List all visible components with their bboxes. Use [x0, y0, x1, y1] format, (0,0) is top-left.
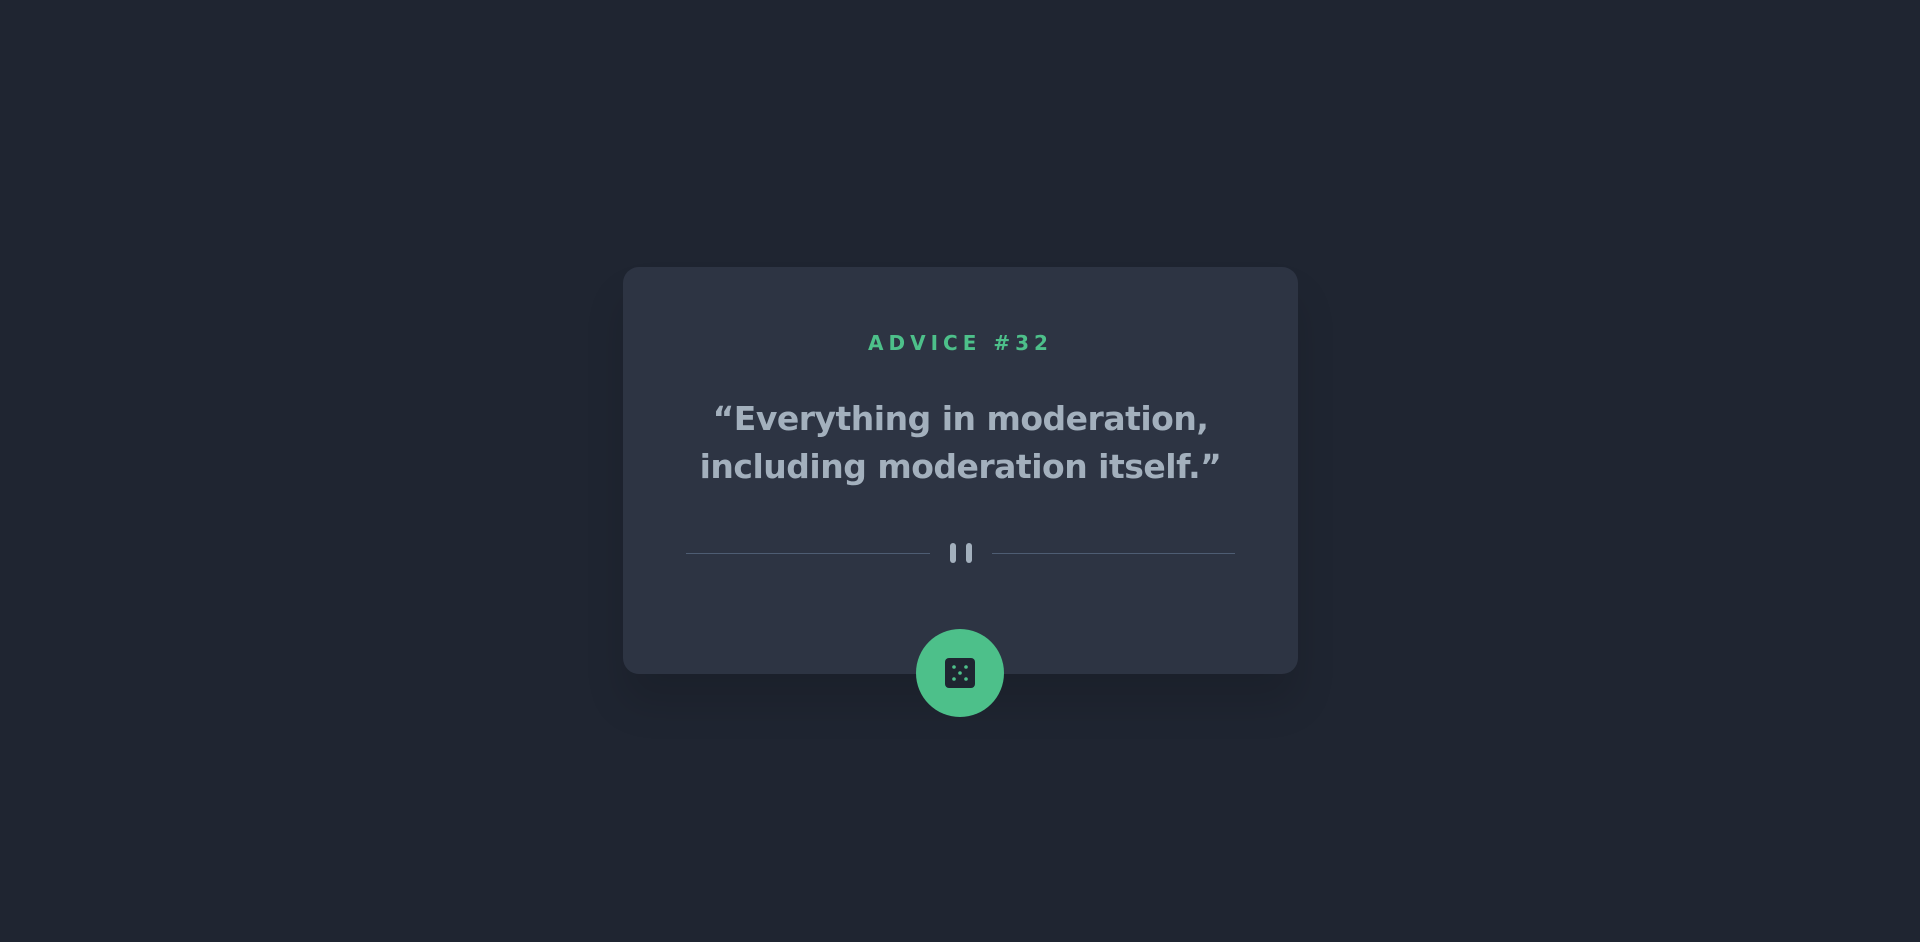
pause-bar-right [965, 543, 972, 563]
pause-icon [949, 543, 972, 563]
divider-line-left [686, 552, 930, 554]
advice-card: ADVICE #32 “Everything in moderation, in… [623, 267, 1298, 674]
pattern-divider [686, 541, 1235, 565]
dice-icon [945, 658, 975, 688]
pause-bar-left [949, 543, 956, 563]
new-advice-button[interactable] [916, 629, 1004, 717]
advice-id-label: ADVICE #32 [868, 331, 1053, 355]
page: ADVICE #32 “Everything in moderation, in… [0, 0, 1920, 942]
divider-line-right [991, 552, 1235, 554]
advice-quote: “Everything in moderation, including mod… [699, 399, 1222, 486]
